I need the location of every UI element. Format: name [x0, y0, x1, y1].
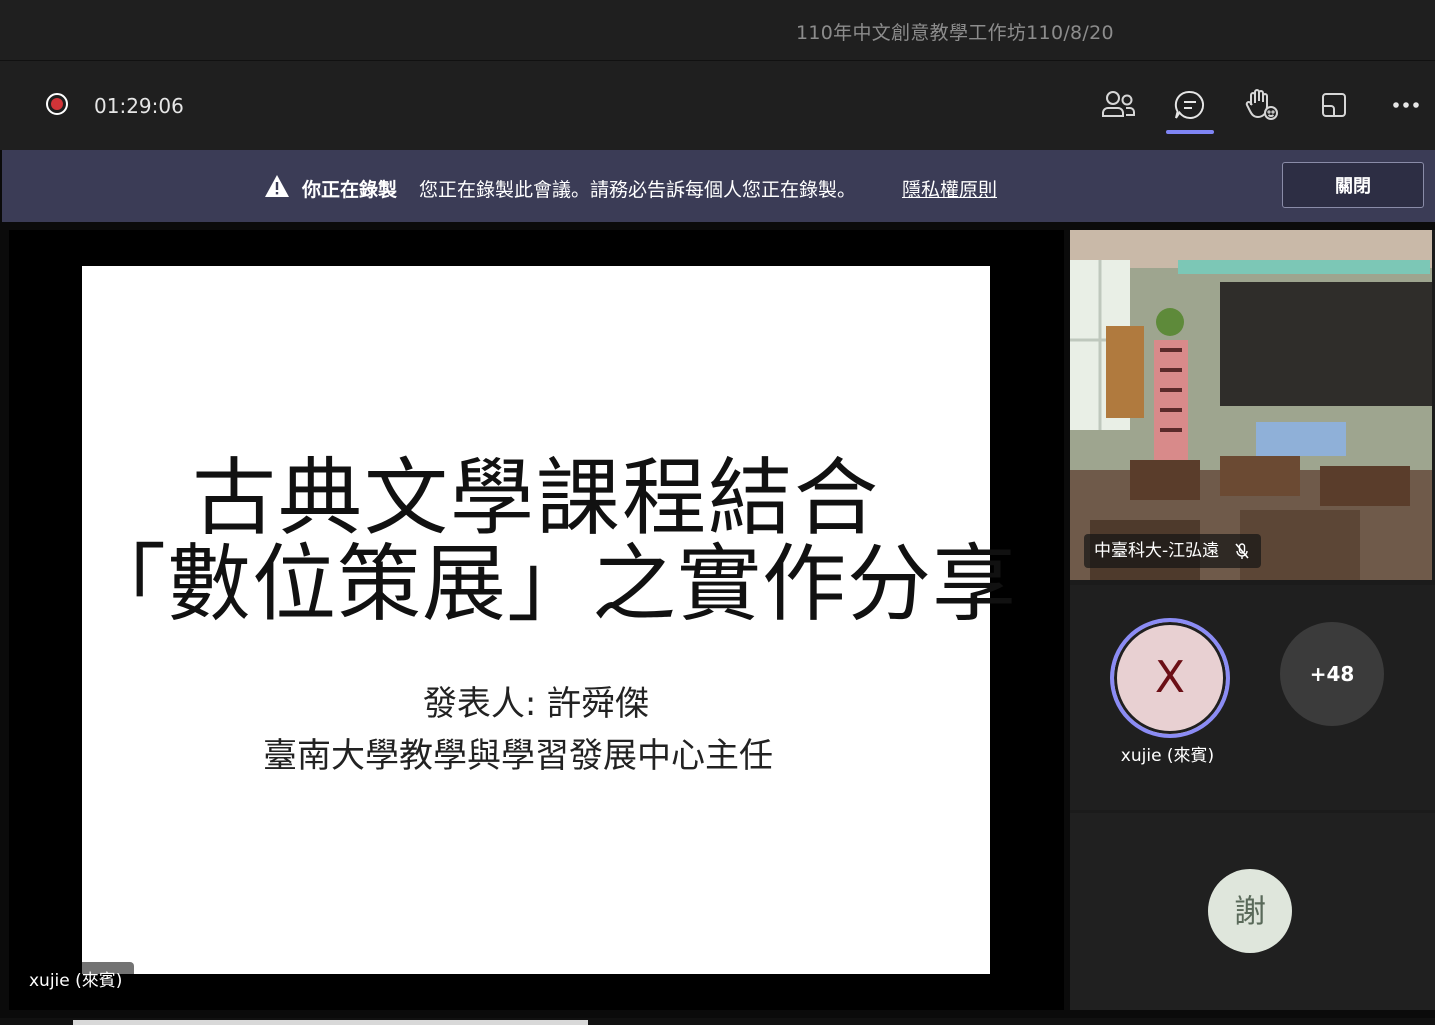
participant-avatar-tile[interactable]: 謝 [1070, 813, 1435, 1010]
privacy-policy-link[interactable]: 隱私權原則 [902, 175, 997, 202]
slide-presenter: 發表人: 許舜傑 [422, 684, 650, 724]
meeting-toolbar: 01:29:06 [0, 61, 1435, 150]
bottom-strip [0, 1018, 1435, 1025]
participant-avatar-tile[interactable]: X xujie (來賓) +48 [1070, 585, 1435, 810]
slide-affiliation: 臺南大學教學與學習發展中心主任 [263, 736, 773, 776]
presentation-slide: 古典文學課程結合 「數位策展」之實作分享 發表人: 許舜傑 臺南大學教學與學習發… [82, 266, 1018, 974]
participant-panel: 中臺科大-江弘遠 X xujie (來賓) +48 謝 [1070, 230, 1435, 1010]
participant-name: 中臺科大-江弘遠 [1094, 541, 1220, 561]
people-icon[interactable] [1098, 85, 1138, 125]
warning-icon [265, 175, 289, 197]
classroom-background-image [1070, 230, 1432, 580]
chat-active-indicator [1166, 130, 1214, 134]
raise-hand-icon[interactable] [1242, 85, 1282, 125]
slide-title-line-1: 古典文學課程結合 [191, 449, 880, 547]
avatar: X [1110, 618, 1230, 738]
progress-segment [73, 1020, 588, 1025]
participant-name: xujie (來賓) [1120, 746, 1215, 766]
slide-title-line-2: 「數位策展」之實作分享 [82, 535, 1018, 633]
banner-message: 您正在錄製此會議。請務必告訴每個人您正在錄製。 [419, 179, 857, 201]
participant-nametag: 中臺科大-江弘遠 [1084, 534, 1261, 568]
record-icon [46, 93, 68, 115]
more-icon[interactable] [1386, 85, 1426, 125]
close-banner-button[interactable]: 關閉 [1282, 162, 1424, 208]
title-bar: 110年中文創意教學工作坊110/8/20 [0, 0, 1435, 61]
mic-muted-icon [1234, 543, 1249, 559]
share-screen-icon[interactable] [1314, 85, 1354, 125]
participant-video-tile[interactable]: 中臺科大-江弘遠 [1070, 230, 1432, 580]
window-title: 110年中文創意教學工作坊110/8/20 [796, 22, 1114, 44]
recording-timer: 01:29:06 [94, 94, 184, 118]
recording-banner: 你正在錄製 您正在錄製此會議。請務必告訴每個人您正在錄製。 隱私權原則 關閉 [2, 150, 1435, 222]
chat-icon[interactable] [1170, 85, 1210, 125]
more-participants-button[interactable]: +48 [1280, 622, 1384, 726]
avatar: 謝 [1208, 869, 1292, 953]
shared-screen-stage: 古典文學課程結合 「數位策展」之實作分享 發表人: 許舜傑 臺南大學教學與學習發… [9, 230, 1064, 1010]
presenter-nametag: xujie (來賓) [17, 962, 135, 1000]
banner-title: 你正在錄製 [302, 179, 398, 201]
